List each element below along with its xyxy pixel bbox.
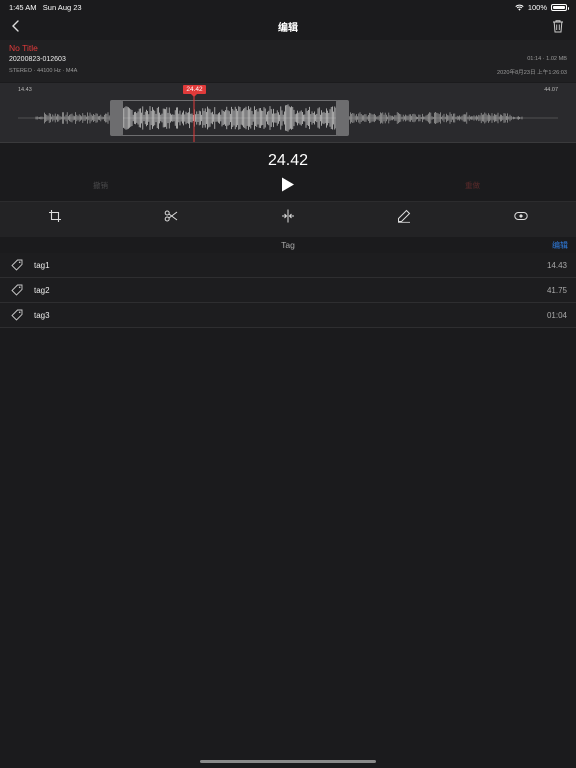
- recording-title[interactable]: No Title: [9, 43, 38, 53]
- battery-percent: 100%: [527, 3, 547, 12]
- tag-row[interactable]: tag3 01:04: [0, 303, 576, 328]
- status-time: 1:45 AM: [9, 3, 37, 12]
- status-date: Sun Aug 23: [42, 3, 82, 12]
- waveform-area[interactable]: 14.43 44.07 24.42: [0, 83, 576, 143]
- pencil-icon[interactable]: [397, 209, 411, 223]
- tag-row[interactable]: tag2 41.75: [0, 278, 576, 303]
- transport-controls: 24.42 撤销 重做: [0, 143, 576, 201]
- status-right: 100%: [515, 3, 569, 12]
- tag-name: tag3: [34, 311, 50, 320]
- tag-header-label: Tag: [281, 240, 295, 250]
- tag-name: tag1: [34, 261, 50, 270]
- tag-section-header: Tag 编辑: [0, 237, 576, 253]
- edit-toolbar: [0, 201, 576, 237]
- scissors-icon[interactable]: [164, 209, 178, 223]
- recording-info: No Title 20200823-012603 STEREO · 44100 …: [0, 40, 576, 82]
- recording-duration-size: 01:14 · 1.02 MB: [527, 56, 567, 62]
- tag-icon: [11, 284, 23, 296]
- tag-name: tag2: [34, 286, 50, 295]
- nav-bar: 编辑: [0, 14, 576, 40]
- page-title: 编辑: [278, 23, 298, 34]
- redo-button[interactable]: 重做: [465, 180, 480, 191]
- playhead-label: 24.42: [186, 86, 203, 93]
- status-time-date: 1:45 AM Sun Aug 23: [9, 3, 82, 12]
- tag-edit-button[interactable]: 编辑: [552, 240, 568, 251]
- selection-handle-right: [336, 100, 349, 136]
- tag-row[interactable]: tag1 14.43: [0, 253, 576, 278]
- undo-button[interactable]: 撤销: [93, 180, 108, 191]
- tag-icon: [11, 309, 23, 321]
- playhead-pointer: [191, 94, 197, 97]
- selection-handle-left: [110, 100, 123, 136]
- tag-time: 01:04: [546, 311, 567, 320]
- waveform[interactable]: [0, 83, 576, 143]
- play-icon[interactable]: [281, 177, 295, 192]
- current-time: 24.42: [267, 152, 309, 169]
- status-bar: 1:45 AM Sun Aug 23 100%: [0, 0, 576, 14]
- waveform-end-time: 44.07: [544, 87, 558, 93]
- recording-format: STEREO · 44100 Hz · M4A: [9, 68, 78, 74]
- battery-icon: [551, 4, 569, 11]
- home-indicator[interactable]: [200, 760, 376, 763]
- wifi-icon: [515, 4, 524, 11]
- tag-icon: [11, 259, 23, 271]
- tag-time: 14.43: [546, 261, 567, 270]
- waveform-start-time: 14.43: [18, 87, 32, 93]
- recording-filename: 20200823-012603: [9, 56, 66, 63]
- tag-list: tag1 14.43 tag2 41.75 tag3 01:04: [0, 253, 576, 328]
- recording-date: 2020年8月23日 上午1:26:03: [497, 70, 567, 76]
- split-icon[interactable]: [281, 209, 295, 223]
- trash-icon[interactable]: [550, 18, 566, 34]
- tag-add-icon[interactable]: [514, 209, 528, 223]
- tag-time: 41.75: [546, 286, 567, 295]
- crop-icon[interactable]: [48, 209, 62, 223]
